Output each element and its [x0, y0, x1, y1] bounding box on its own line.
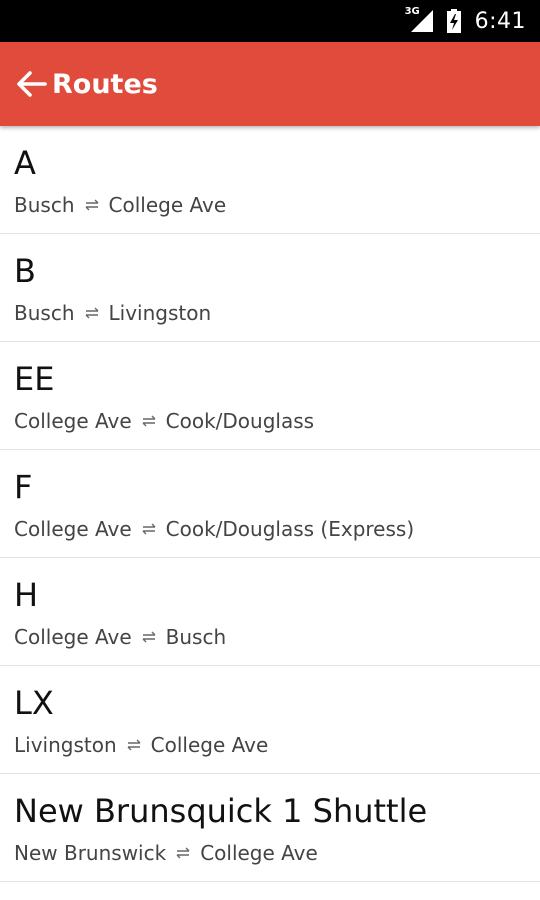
route-endpoints: Busch Livingston [14, 301, 211, 325]
route-from: Busch [14, 193, 75, 217]
swap-arrows-icon [85, 199, 98, 211]
route-endpoints: College Ave Cook/Douglass (Express) [14, 517, 414, 541]
app-bar: Routes [0, 42, 540, 126]
route-to: College Ave [200, 841, 318, 865]
status-bar: 3G 6:41 [0, 0, 540, 42]
route-name: EE [14, 360, 55, 398]
swap-arrows-icon [142, 631, 156, 643]
route-from: College Ave [14, 517, 132, 541]
route-from: Livingston [14, 733, 117, 757]
network-type-label: 3G [404, 6, 420, 17]
route-name: F [14, 468, 33, 506]
route-to: Cook/Douglass (Express) [165, 517, 415, 541]
route-item-h[interactable]: H College Ave Busch [0, 558, 540, 666]
route-name: H [14, 576, 39, 614]
route-item-lx[interactable]: LX Livingston College Ave [0, 666, 540, 774]
route-item-new-brunsquick-1-shuttle[interactable]: New Brunsquick 1 Shuttle New Brunswick C… [0, 774, 540, 882]
route-to: College Ave [108, 193, 227, 217]
route-from: College Ave [14, 409, 132, 433]
route-item-b[interactable]: B Busch Livingston [0, 234, 540, 342]
route-endpoints: New Brunswick College Ave [14, 841, 318, 865]
route-endpoints: College Ave Busch [14, 625, 226, 649]
back-button[interactable] [12, 64, 52, 104]
route-item-ee[interactable]: EE College Ave Cook/Douglass [0, 342, 540, 450]
swap-arrows-icon [142, 523, 156, 535]
swap-arrows-icon [176, 847, 190, 859]
route-item-a[interactable]: A Busch College Ave [0, 126, 540, 234]
battery-charging-icon [446, 9, 461, 33]
route-endpoints: College Ave Cook/Douglass [14, 409, 314, 433]
page-title: Routes [52, 68, 158, 100]
swap-arrows-icon [142, 415, 156, 427]
route-list: A Busch College Ave B Busch Livingston E… [0, 126, 540, 882]
route-name: LX [14, 684, 54, 722]
route-name: New Brunsquick 1 Shuttle [14, 792, 428, 830]
route-to: Livingston [108, 301, 212, 325]
route-from: Busch [14, 301, 75, 325]
route-endpoints: Busch College Ave [14, 193, 226, 217]
swap-arrows-icon [127, 739, 141, 751]
route-from: College Ave [14, 625, 132, 649]
status-clock: 6:41 [474, 8, 526, 34]
signal-icon: 3G [404, 6, 435, 34]
arrow-left-icon [17, 71, 47, 97]
route-to: College Ave [150, 733, 269, 757]
route-to: Cook/Douglass [165, 409, 315, 433]
swap-arrows-icon [85, 307, 98, 319]
route-name: B [14, 252, 36, 290]
route-name: A [14, 144, 36, 182]
route-endpoints: Livingston College Ave [14, 733, 268, 757]
route-from: New Brunswick [14, 841, 167, 865]
route-item-f[interactable]: F College Ave Cook/Douglass (Express) [0, 450, 540, 558]
route-to: Busch [165, 625, 227, 649]
